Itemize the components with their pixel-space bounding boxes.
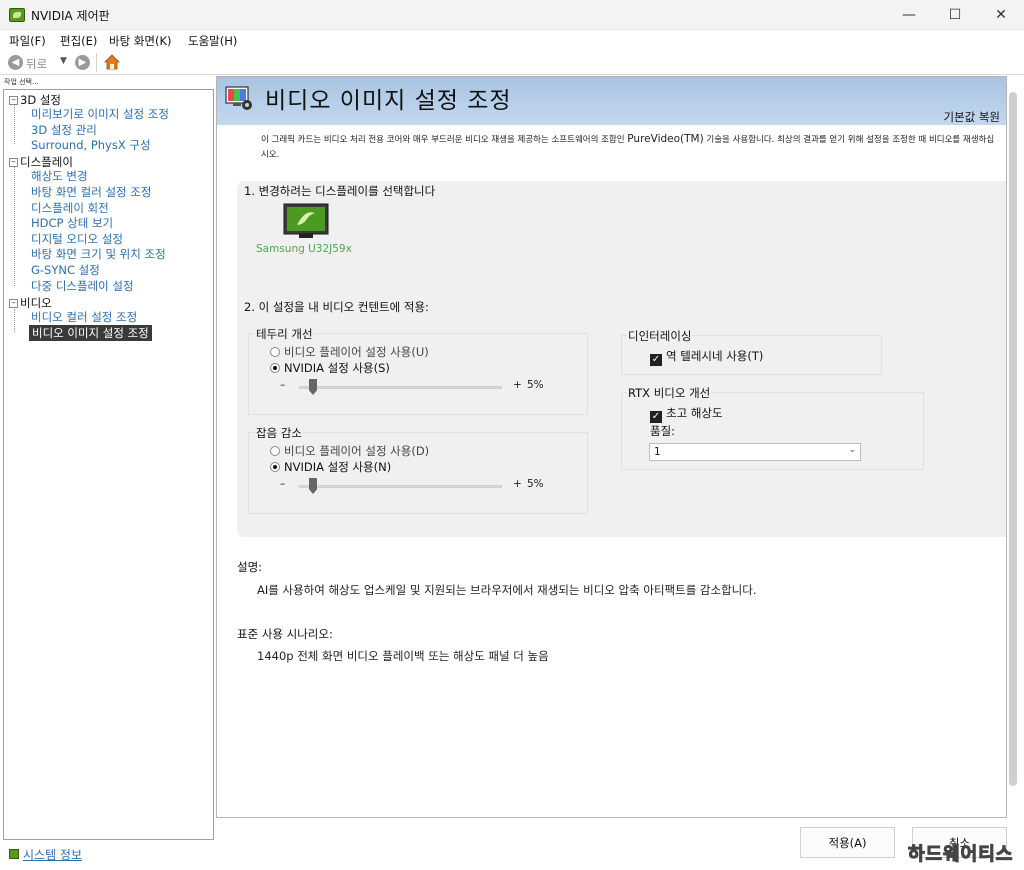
- edge-slider-minus: –: [280, 379, 286, 391]
- collapse-icon[interactable]: –: [9, 96, 18, 105]
- tree-guide-line: [14, 166, 15, 286]
- tree-guide-line: [14, 104, 15, 144]
- menu-file[interactable]: 파일(F): [9, 33, 46, 49]
- menu-edit[interactable]: 편집(E): [60, 33, 97, 49]
- tree-item-desktop-color[interactable]: 바탕 화면 컬러 설정 조정: [31, 184, 151, 200]
- edge-enhancement-title: 테두리 개선: [255, 326, 314, 342]
- usage-scenario-label: 표준 사용 시나리오:: [237, 627, 333, 641]
- purevideo-brand: PureVideo(TM): [627, 133, 704, 145]
- menu-help[interactable]: 도움말(H): [188, 33, 237, 49]
- back-button-label[interactable]: 뒤로: [26, 56, 47, 72]
- display-monitor-icon[interactable]: [283, 203, 329, 239]
- quality-label: 품질:: [650, 424, 676, 438]
- edge-slider-plus: +: [513, 379, 522, 391]
- chevron-down-icon: ⌄: [848, 445, 856, 455]
- noise-slider-plus: +: [513, 478, 522, 490]
- quality-select[interactable]: 1 ⌄: [649, 443, 861, 461]
- tree-item-preview-image-settings[interactable]: 미리보기로 이미지 설정 조정: [31, 106, 169, 122]
- menu-bar: 파일(F) 편집(E) 바탕 화면(K) 도움말(H): [0, 30, 1024, 50]
- tree-guide-line: [14, 309, 15, 333]
- content-panel: 비디오 이미지 설정 조정 기본값 복원 이 그래픽 카드는 비디오 처리 전용…: [216, 76, 1007, 818]
- noise-slider-track[interactable]: [299, 485, 502, 488]
- title-bar: NVIDIA 제어판 — ☐ ✕: [0, 0, 1024, 30]
- vertical-scrollbar[interactable]: [1009, 92, 1017, 786]
- minimize-button[interactable]: —: [886, 0, 932, 30]
- settings-area: 1. 변경하려는 디스플레이를 선택합니다 Samsung U32J59x 2.…: [237, 181, 1006, 537]
- menu-desktop[interactable]: 바탕 화면(K): [109, 33, 172, 49]
- tree-item-hdcp-status[interactable]: HDCP 상태 보기: [31, 215, 113, 231]
- tree-item-gsync[interactable]: G-SYNC 설정: [31, 262, 100, 278]
- edge-slider-track[interactable]: [299, 386, 502, 389]
- window-title: NVIDIA 제어판: [31, 9, 110, 23]
- page-title: 비디오 이미지 설정 조정: [265, 88, 512, 114]
- tree-item-multi-display[interactable]: 다중 디스플레이 설정: [31, 278, 134, 294]
- edge-slider-value: 5%: [527, 379, 544, 391]
- maximize-button[interactable]: ☐: [932, 0, 978, 30]
- description-text: AI를 사용하여 해상도 업스케일 및 지원되는 브라우저에서 재생되는 비디오…: [257, 583, 757, 597]
- noise-slider-minus: –: [280, 478, 286, 490]
- forward-arrow-icon[interactable]: ▶: [75, 55, 90, 70]
- rtx-video-title: RTX 비디오 개선: [627, 385, 712, 401]
- system-info-icon: [9, 849, 19, 859]
- nvidia-app-icon: [9, 8, 25, 22]
- usage-scenario-text: 1440p 전체 화면 비디오 플레이백 또는 해상도 패널 더 높음: [257, 649, 549, 663]
- checkmark-icon[interactable]: ✓: [650, 411, 662, 423]
- collapse-icon[interactable]: –: [9, 299, 18, 308]
- step1-heading: 1. 변경하려는 디스플레이를 선택합니다: [244, 184, 436, 198]
- step2-heading: 2. 이 설정을 내 비디오 컨텐트에 적용:: [244, 300, 429, 314]
- noise-slider-value: 5%: [527, 478, 544, 490]
- tree-item-video-image-selected[interactable]: 비디오 이미지 설정 조정: [29, 325, 152, 341]
- noise-player-setting-radio[interactable]: 비디오 플레이어 설정 사용(D): [270, 443, 429, 459]
- toolbar: ◀ 뒤로 ▼ ▶: [0, 50, 1024, 75]
- tree-item-digital-audio[interactable]: 디지털 오디오 설정: [31, 231, 123, 247]
- task-select-label: 작업 선택...: [4, 78, 39, 86]
- description-label: 설명:: [237, 560, 263, 574]
- noise-reduction-title: 잡음 감소: [255, 425, 303, 441]
- back-dropdown-icon[interactable]: ▼: [60, 56, 67, 66]
- restore-defaults-link[interactable]: 기본값 복원: [943, 109, 1000, 125]
- home-icon[interactable]: [104, 54, 120, 70]
- page-header: 비디오 이미지 설정 조정 기본값 복원: [217, 77, 1006, 125]
- tree-item-desktop-size-position[interactable]: 바탕 화면 크기 및 위치 조정: [31, 246, 166, 262]
- noise-nvidia-setting-radio[interactable]: NVIDIA 설정 사용(N): [270, 459, 391, 475]
- toolbar-divider: [96, 53, 97, 72]
- checkmark-icon[interactable]: ✓: [650, 354, 662, 366]
- edge-nvidia-setting-radio[interactable]: NVIDIA 설정 사용(S): [270, 360, 390, 376]
- video-settings-icon: [225, 85, 253, 111]
- close-button[interactable]: ✕: [978, 0, 1024, 30]
- tree-item-rotate-display[interactable]: 디스플레이 회전: [31, 200, 109, 216]
- tree-item-manage-3d-settings[interactable]: 3D 설정 관리: [31, 122, 97, 138]
- back-arrow-icon[interactable]: ◀: [8, 55, 23, 70]
- super-resolution-checkbox[interactable]: ✓ 초고 해상도: [650, 405, 723, 423]
- tree-item-surround-physx[interactable]: Surround, PhysX 구성: [31, 137, 151, 153]
- deinterlacing-title: 디인터레이싱: [627, 328, 693, 344]
- tree-item-change-resolution[interactable]: 해상도 변경: [31, 168, 88, 184]
- intro-text: 이 그래픽 카드는 비디오 처리 전용 코어와 매우 부드러운 비디오 재생을 …: [261, 133, 995, 160]
- collapse-icon[interactable]: –: [9, 158, 18, 167]
- edge-player-setting-radio[interactable]: 비디오 플레이어 설정 사용(U): [270, 344, 429, 360]
- inverse-telecine-checkbox[interactable]: ✓ 역 텔레시네 사용(T): [650, 348, 763, 366]
- navigation-tree: –3D 설정 미리보기로 이미지 설정 조정 3D 설정 관리 Surround…: [3, 89, 214, 840]
- apply-button[interactable]: 적용(A): [800, 827, 895, 858]
- tree-item-video-color[interactable]: 비디오 컬러 설정 조정: [31, 309, 137, 325]
- display-name[interactable]: Samsung U32J59x: [256, 243, 352, 255]
- watermark-logo: 하드웨어티스: [907, 844, 1014, 866]
- system-info-link[interactable]: 시스템 정보: [23, 846, 82, 863]
